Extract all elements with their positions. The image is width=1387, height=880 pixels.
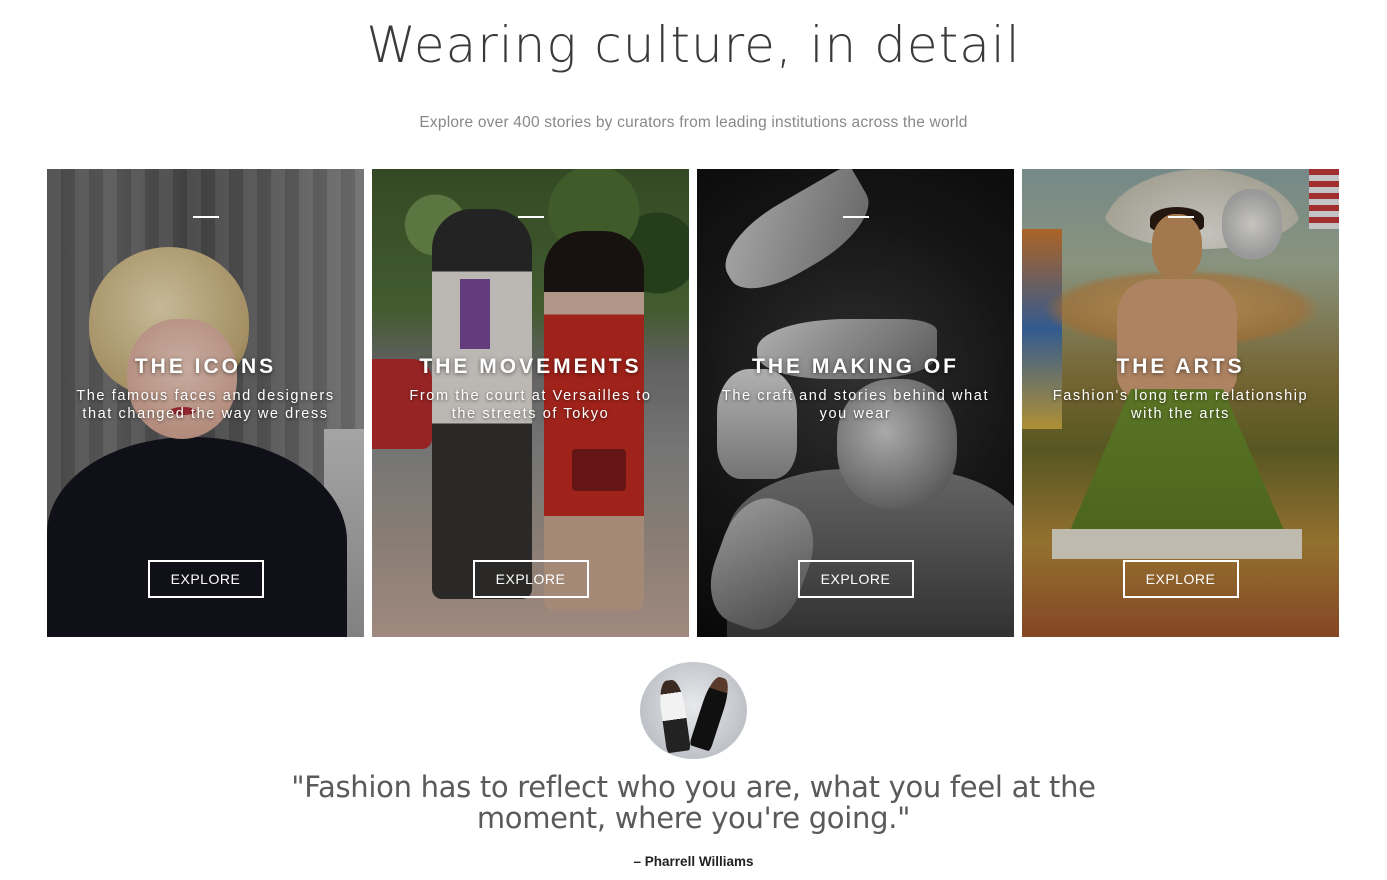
testimonial-quote: "Fashion has to reflect who you are, wha… [291,770,1096,835]
card-the-icons[interactable]: THE ICONS The famous faces and designers… [47,169,364,637]
explore-button-arts[interactable]: EXPLORE [1122,560,1239,598]
card-description: From the court at Versailles to the stre… [409,388,652,422]
page-subtitle: Explore over 400 stories by curators fro… [419,114,968,131]
card-title: THE ICONS [134,355,277,378]
explore-button-making-of[interactable]: EXPLORE [797,560,914,598]
card-title: THE ARTS [1116,355,1245,378]
card-description: The famous faces and designers that chan… [76,388,335,422]
card-description: Fashion's long term relationship with th… [1052,388,1309,422]
card-title: THE MAKING OF [752,355,959,378]
card-the-arts[interactable]: THE ARTS Fashion's long term relationshi… [1022,169,1339,637]
explore-button-movements[interactable]: EXPLORE [472,560,589,598]
card-dash-divider [517,216,544,218]
card-dash-divider [1167,216,1194,218]
card-title: THE MOVEMENTS [419,355,642,378]
page-title: Wearing culture, in detail [366,16,1021,74]
testimonial-author: – Pharrell Williams [633,854,754,869]
card-description: The craft and stories behind what you we… [721,388,990,422]
card-the-movements[interactable]: THE MOVEMENTS From the court at Versaill… [372,169,689,637]
card-dash-divider [842,216,869,218]
quote-author-avatar [640,662,747,759]
story-cards: THE ICONS The famous faces and designers… [47,169,1340,637]
card-dash-divider [192,216,219,218]
card-the-making-of[interactable]: THE MAKING OF The craft and stories behi… [697,169,1014,637]
explore-button-icons[interactable]: EXPLORE [147,560,264,598]
